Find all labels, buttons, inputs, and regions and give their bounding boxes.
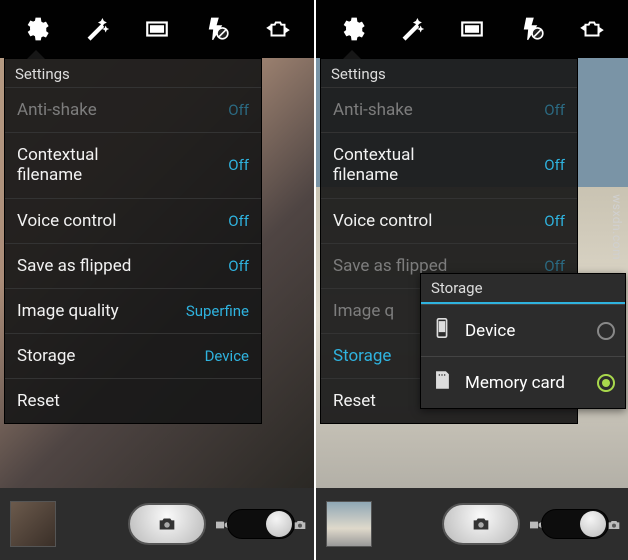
switch-camera-icon[interactable] [577,14,607,44]
settings-row-anti-shake[interactable]: Anti-shake Off [321,87,577,132]
camera-bottom-bar [0,488,314,560]
setting-value: Superfine [186,302,249,320]
setting-label: Image q [333,301,394,321]
settings-row-voice-control[interactable]: Voice control Off [5,198,261,243]
camera-bottom-bar [316,488,628,560]
storage-option-memory-card[interactable]: Memory card [421,356,625,408]
setting-value: Off [228,257,249,275]
shutter-button[interactable] [442,503,520,545]
setting-label: Save as flipped [17,256,131,276]
magic-wand-icon[interactable] [82,14,112,44]
switch-camera-icon[interactable] [263,14,293,44]
settings-panel-title: Settings [321,59,577,87]
screenshot-left: Settings Anti-shake Off Contextual filen… [0,0,314,560]
camera-icon [470,513,492,535]
gallery-thumbnail[interactable] [10,501,56,547]
storage-popup: Storage Device Memory card [420,273,626,409]
magic-wand-icon[interactable] [397,14,427,44]
gallery-thumbnail[interactable] [326,501,372,547]
frame-icon[interactable] [142,14,172,44]
gear-icon[interactable] [21,14,51,44]
setting-value: Off [544,101,565,119]
shutter-button[interactable] [128,503,206,545]
settings-row-contextual-filename[interactable]: Contextual filename Off [5,132,261,198]
screenshot-right: Settings Anti-shake Off Contextual filen… [314,0,628,560]
setting-label: Voice control [333,211,432,231]
gear-icon[interactable] [337,14,367,44]
setting-label: Image quality [17,301,119,321]
setting-value: Off [544,156,565,174]
setting-label: Storage [333,346,391,366]
flash-off-icon[interactable] [517,14,547,44]
radio-selected-icon [597,374,615,392]
storage-option-label: Memory card [465,373,565,393]
mode-switch-knob [580,511,606,537]
camera-top-toolbar [0,0,314,58]
setting-label: Reset [17,391,60,411]
radio-icon [597,322,615,340]
storage-option-device[interactable]: Device [421,304,625,356]
storage-popup-title: Storage [421,274,625,304]
setting-value: Off [544,212,565,230]
watermark-text: wsxdn.com [610,194,624,260]
settings-row-voice-control[interactable]: Voice control Off [321,198,577,243]
camera-icon [156,513,178,535]
setting-label: Anti-shake [17,100,97,120]
frame-icon[interactable] [457,14,487,44]
settings-row-anti-shake[interactable]: Anti-shake Off [5,87,261,132]
photo-mode-icon [292,517,308,537]
mode-switch-knob [266,511,292,537]
flash-off-icon[interactable] [202,14,232,44]
settings-row-reset[interactable]: Reset [5,378,261,423]
setting-label: Storage [17,346,75,366]
settings-row-storage[interactable]: Storage Device [5,333,261,378]
sd-card-icon [431,369,453,396]
photo-mode-icon [606,517,622,537]
device-icon [431,317,453,344]
setting-label: Reset [333,391,376,411]
camera-top-toolbar [316,0,628,58]
settings-panel-title: Settings [5,59,261,87]
settings-row-contextual-filename[interactable]: Contextual filename Off [321,132,577,198]
setting-value: Off [228,101,249,119]
setting-label: Anti-shake [333,100,413,120]
mode-switch[interactable] [541,509,609,539]
settings-row-image-quality[interactable]: Image quality Superfine [5,288,261,333]
setting-value: Device [205,347,249,365]
setting-value: Off [228,156,249,174]
setting-label: Voice control [17,211,116,231]
storage-option-label: Device [465,321,515,341]
settings-row-save-as-flipped[interactable]: Save as flipped Off [5,243,261,288]
setting-label: Contextual filename [333,145,483,186]
setting-value: Off [228,212,249,230]
settings-panel: Settings Anti-shake Off Contextual filen… [4,58,262,424]
setting-label: Contextual filename [17,145,167,186]
mode-switch[interactable] [227,509,295,539]
